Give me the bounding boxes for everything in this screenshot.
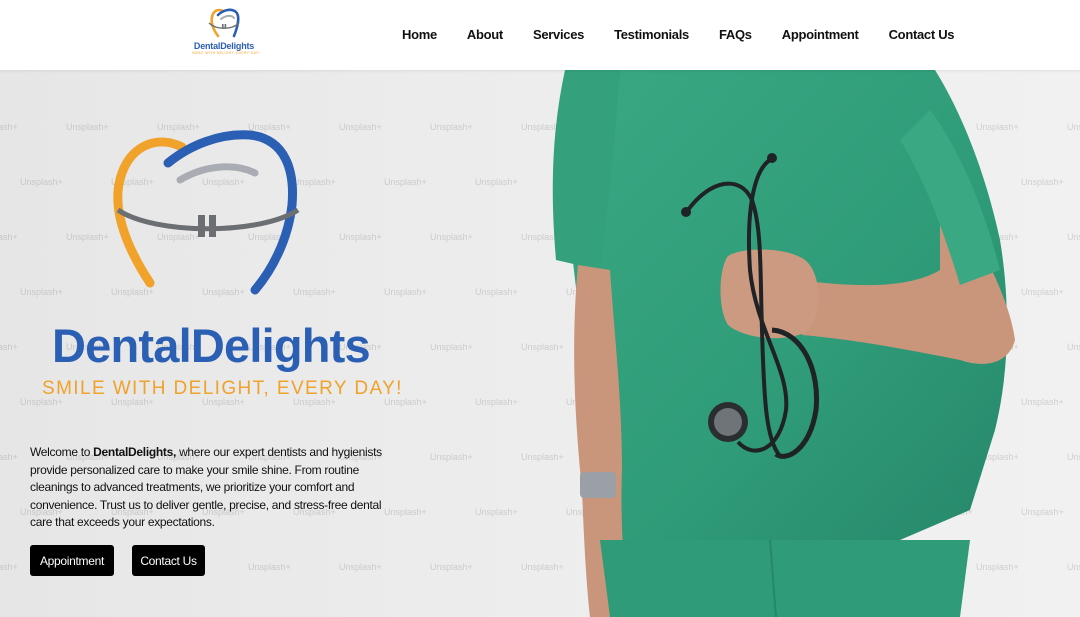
watermark-text: Unsplash+ (384, 287, 427, 297)
nav-faqs-link[interactable]: FAQs (719, 27, 752, 42)
tooth-braces-logo-icon (113, 130, 300, 295)
hero-intro-text: Welcome to DentalDelights, where our exp… (30, 444, 395, 532)
nav-testimonials-link[interactable]: Testimonials (614, 27, 689, 42)
watermark-text: Unsplash+ (475, 507, 518, 517)
nav-home-link[interactable]: Home (402, 27, 437, 42)
watermark-text: Unsplash+ (384, 177, 427, 187)
watermark-text: Unsplash+ (339, 562, 382, 572)
watermark-text: Unsplash+ (430, 342, 473, 352)
watermark-text: Unsplash+ (248, 562, 291, 572)
watermark-text: Unsplash+ (0, 342, 18, 352)
tooth-logo-small-icon (208, 8, 240, 38)
watermark-text: Unsplash+ (475, 397, 518, 407)
doctor-with-stethoscope-photo (552, 70, 1015, 617)
watermark-text: Unsplash+ (430, 232, 473, 242)
hero-section: Unsplash+ Unsplash+ Unsplash+ Unsplash+ Unsp… (0, 70, 1080, 617)
watermark-text: Unsplash+ (475, 287, 518, 297)
nav-links: Home About Services Testimonials FAQs Ap… (402, 27, 955, 42)
intro-prefix: Welcome to (30, 445, 94, 459)
watermark-text: Unsplash+ (430, 122, 473, 132)
watermark-text: Unsplash+ (430, 562, 473, 572)
nav-logo-tagline: SMILE WITH DELIGHT, EVERY DAY! (192, 51, 260, 55)
appointment-button[interactable]: Appointment (30, 545, 114, 576)
nav-logo-name: DentalDelights (193, 41, 255, 51)
nav-services-link[interactable]: Services (533, 27, 584, 42)
nav-appointment-link[interactable]: Appointment (782, 27, 859, 42)
nav-logo[interactable]: DentalDelights SMILE WITH DELIGHT, EVERY… (192, 6, 260, 62)
hero-brand-name: DentalDelights (52, 319, 371, 372)
watermark-text: Unsplash+ (475, 177, 518, 187)
nav-about-link[interactable]: About (467, 27, 503, 42)
watermark-text: Unsplash+ (0, 232, 18, 242)
watermark-text: Unsplash+ (0, 122, 18, 132)
watermark-text: Unsplash+ (0, 562, 18, 572)
intro-brand-name: DentalDelights, (93, 445, 177, 459)
nav-contact-link[interactable]: Contact Us (889, 27, 955, 42)
watermark-text: Unsplash+ (430, 452, 473, 462)
watermark-text: Unsplash+ (0, 452, 18, 462)
hero-tagline: SMILE WITH DELIGHT, EVERY DAY! (42, 378, 403, 399)
contact-us-button[interactable]: Contact Us (132, 545, 205, 576)
navbar: DentalDelights SMILE WITH DELIGHT, EVERY… (0, 0, 1080, 70)
